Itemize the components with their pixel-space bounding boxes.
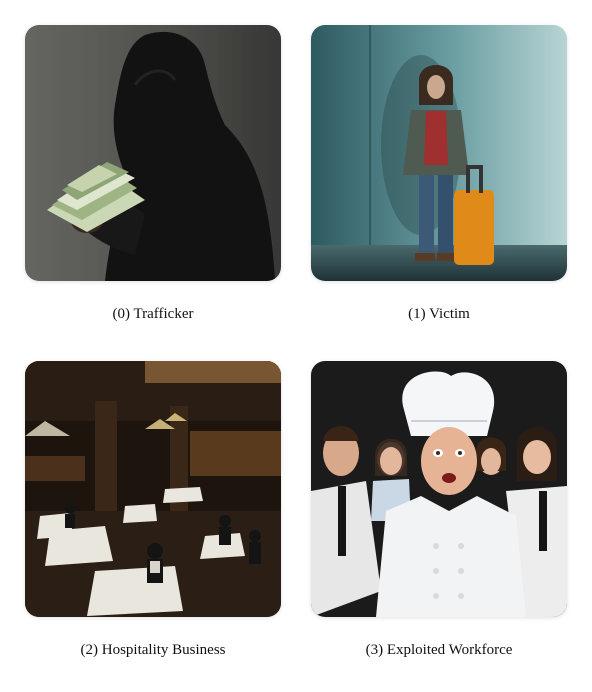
caption-hospitality-business: (2) Hospitality Business: [80, 642, 226, 658]
restaurant-illustration: [25, 361, 281, 617]
caption-trafficker: (0) Trafficker: [112, 306, 194, 322]
victim-image: [311, 25, 567, 281]
caption-victim: (1) Victim: [408, 306, 470, 322]
chef-and-staff-illustration: [311, 361, 567, 617]
woman-with-suitcase-illustration: [311, 25, 567, 281]
restaurant-image: [25, 361, 281, 617]
hooded-figure-illustration: [25, 25, 281, 281]
trafficker-image: [25, 25, 281, 281]
panel-victim: (1) Victim: [311, 25, 571, 322]
workforce-image: [311, 361, 567, 617]
panel-trafficker: (0) Trafficker: [25, 25, 285, 322]
caption-exploited-workforce: (3) Exploited Workforce: [365, 642, 513, 658]
panel-hospitality-business: (2) Hospitality Business: [25, 361, 285, 658]
panel-exploited-workforce: (3) Exploited Workforce: [311, 361, 571, 658]
